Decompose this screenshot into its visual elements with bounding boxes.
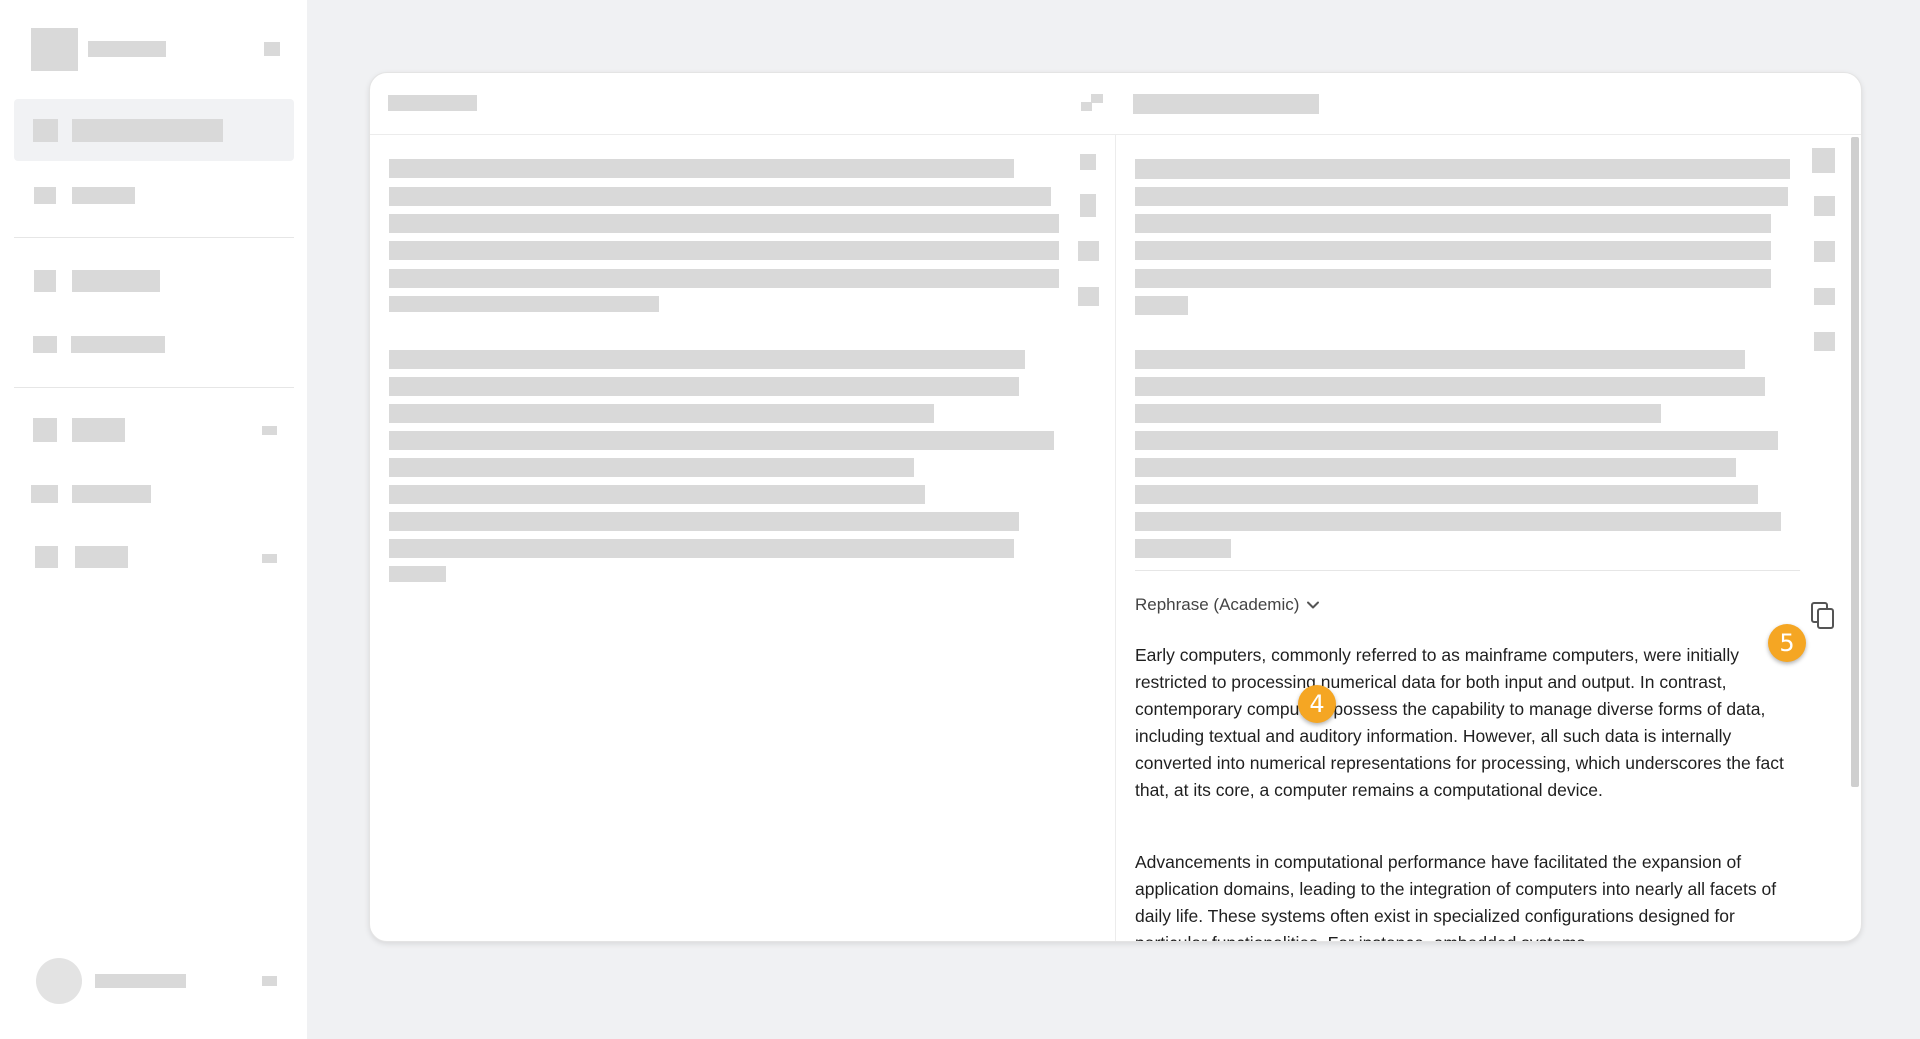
- sidebar-item-6-label[interactable]: [72, 485, 151, 503]
- output-tool-icon[interactable]: [1814, 196, 1835, 216]
- sidebar-item-7-label[interactable]: [75, 546, 128, 568]
- output-text-line: [1135, 350, 1745, 369]
- swap-icon[interactable]: [1081, 94, 1103, 111]
- output-text-line: [1135, 512, 1781, 531]
- sidebar-divider: [14, 237, 294, 238]
- copy-icon[interactable]: [1810, 601, 1838, 631]
- result-divider: [1135, 570, 1800, 571]
- input-text-line: [389, 377, 1019, 396]
- output-panel-title: [1133, 94, 1319, 114]
- output-tool-icon[interactable]: [1814, 332, 1835, 351]
- scrollbar-thumb[interactable]: [1851, 137, 1859, 787]
- app-name-placeholder: [88, 41, 166, 57]
- input-text-line: [389, 269, 1059, 288]
- sidebar: [0, 0, 307, 1039]
- avatar[interactable]: [36, 958, 82, 1004]
- app-logo[interactable]: [31, 28, 78, 71]
- output-text-line: [1135, 404, 1661, 423]
- output-text-line: [1135, 431, 1778, 450]
- sidebar-item-2-icon[interactable]: [34, 187, 56, 204]
- sidebar-item-6-icon[interactable]: [31, 485, 58, 503]
- input-text-line: [389, 512, 1019, 531]
- rephrased-paragraph[interactable]: Advancements in computational performanc…: [1135, 849, 1795, 941]
- output-text-line: [1135, 296, 1188, 315]
- output-text-line: [1135, 269, 1771, 288]
- sidebar-item-7-badge: [262, 554, 277, 563]
- rephrased-paragraph[interactable]: Early computers, commonly referred to as…: [1135, 642, 1795, 804]
- sidebar-item-1-icon[interactable]: [33, 119, 58, 142]
- output-text-line: [1135, 214, 1771, 233]
- sidebar-item-7-icon[interactable]: [35, 546, 58, 568]
- input-text-line: [389, 187, 1051, 206]
- sidebar-item-3-icon[interactable]: [34, 270, 56, 292]
- input-text-line: [389, 159, 1014, 178]
- input-text-line: [389, 296, 659, 312]
- input-text-line: [389, 566, 446, 582]
- sidebar-divider: [14, 387, 294, 388]
- input-text-line: [389, 539, 1014, 558]
- sidebar-item-4-label[interactable]: [71, 336, 165, 353]
- sidebar-item-5-badge: [262, 426, 277, 435]
- mode-dropdown[interactable]: Rephrase (Academic): [1135, 592, 1321, 618]
- output-text-line: [1135, 159, 1790, 179]
- input-tool-icon[interactable]: [1078, 287, 1099, 306]
- sidebar-item-4-icon[interactable]: [33, 336, 57, 353]
- sidebar-item-5-icon[interactable]: [33, 418, 57, 442]
- input-text-line: [389, 214, 1059, 233]
- output-text-line: [1135, 485, 1758, 504]
- chevron-down-icon: [1305, 597, 1321, 613]
- input-panel-title: [388, 95, 477, 111]
- output-tool-icon[interactable]: [1814, 288, 1835, 305]
- output-text-line: [1135, 187, 1788, 206]
- input-text-line: [389, 458, 914, 477]
- output-tool-icon[interactable]: [1814, 241, 1835, 262]
- input-text-line: [389, 485, 925, 504]
- user-menu-icon[interactable]: [262, 976, 277, 986]
- sidebar-item-2-label[interactable]: [72, 187, 135, 204]
- output-text-line: [1135, 458, 1736, 477]
- output-text-line: [1135, 241, 1771, 260]
- collapse-sidebar-icon[interactable]: [264, 42, 280, 56]
- input-tool-icon[interactable]: [1080, 154, 1096, 170]
- output-text-line: [1135, 539, 1231, 558]
- input-text-line: [389, 241, 1059, 260]
- input-text-line: [389, 350, 1025, 369]
- sidebar-item-1-label[interactable]: [72, 119, 223, 142]
- output-tool-icon[interactable]: [1812, 148, 1835, 173]
- sidebar-item-5-label[interactable]: [72, 418, 125, 442]
- mode-label: Rephrase (Academic): [1135, 595, 1300, 614]
- input-tool-icon[interactable]: [1080, 194, 1096, 217]
- input-tool-icon[interactable]: [1078, 241, 1099, 261]
- step-marker-5: 5: [1768, 624, 1806, 662]
- paraphrase-card: Rephrase (Academic) Early computers, com…: [369, 72, 1862, 942]
- panel-divider: [1115, 135, 1116, 941]
- step-marker-4: 4: [1298, 685, 1336, 723]
- input-text-line: [389, 431, 1054, 450]
- sidebar-item-3-label[interactable]: [72, 270, 160, 292]
- user-name-placeholder[interactable]: [95, 974, 186, 988]
- input-text-line: [389, 404, 934, 423]
- output-text-line: [1135, 377, 1765, 396]
